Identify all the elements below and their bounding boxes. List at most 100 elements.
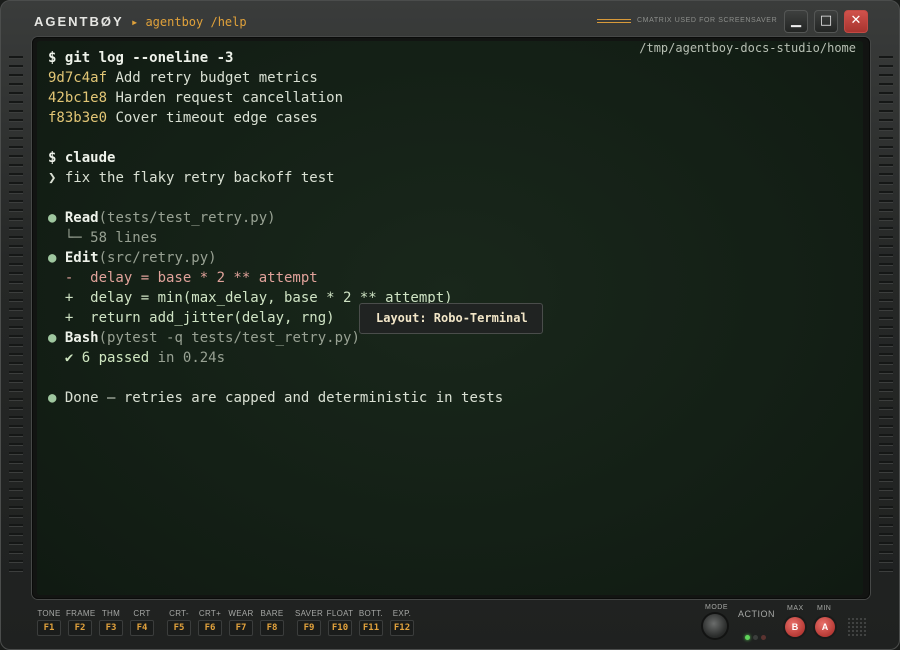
terminal-output: $ git log --oneline -3 9d7c4af Add retry … <box>48 48 503 408</box>
speaker-dot <box>856 622 858 624</box>
grille-slot <box>879 353 893 356</box>
grille-slot <box>879 533 893 536</box>
maximize-button[interactable]: □ <box>814 10 838 33</box>
grille-slot <box>9 272 23 275</box>
minimize-button[interactable]: ▁ <box>784 10 808 33</box>
fkey-key: F9 <box>297 620 321 636</box>
grille-slot <box>879 182 893 185</box>
grille-slot <box>9 137 23 140</box>
grille-slot <box>9 200 23 203</box>
status-bullet-icon: ● <box>48 330 57 346</box>
speaker-dot <box>860 626 862 628</box>
fkey-f10[interactable]: FLOAT F10 <box>326 607 354 636</box>
grille-slot <box>9 317 23 320</box>
fkey-f11[interactable]: BOTT. F11 <box>357 607 385 636</box>
speaker-dot <box>864 622 866 624</box>
grille-slot <box>879 434 893 437</box>
fkey-label: EXP. <box>392 609 412 618</box>
grille-slot <box>879 308 893 311</box>
grille-slot <box>9 218 23 221</box>
grille-slot <box>879 281 893 284</box>
grille-slot <box>9 110 23 113</box>
minimize-icon: ▁ <box>791 13 801 28</box>
fkey-f7[interactable]: WEAR F7 <box>227 607 255 636</box>
commit-hash: f83b3e0 <box>48 110 108 126</box>
fkey-f9[interactable]: SAVER F9 <box>295 607 323 636</box>
led-red-icon <box>761 635 766 640</box>
terminal-line: $ claude <box>48 148 503 168</box>
fkey-f4[interactable]: CRT F4 <box>128 607 156 636</box>
grille-slot <box>879 137 893 140</box>
grille-slot <box>9 371 23 374</box>
mode-knob[interactable] <box>703 614 727 638</box>
grille-slot <box>9 524 23 527</box>
fkey-label: SAVER <box>295 609 324 618</box>
grille-slot <box>9 281 23 284</box>
saver-label: CMATRIX USED FOR SCREENSAVER <box>637 17 778 24</box>
grille-slot <box>879 371 893 374</box>
grille-slot <box>879 173 893 176</box>
tool-argument: (pytest -q tests/test_retry.py) <box>98 330 360 346</box>
tool-name: Edit <box>64 250 99 266</box>
fkey-f8[interactable]: BARE F8 <box>258 607 286 636</box>
diff-removed-line: - delay = base * 2 ** attempt <box>48 270 318 286</box>
speaker-dot <box>860 618 862 620</box>
grille-slot <box>879 443 893 446</box>
grille-slot <box>9 326 23 329</box>
speaker-dot <box>848 618 850 620</box>
grille-slot <box>879 56 893 59</box>
fkey-f12[interactable]: EXP. F12 <box>388 607 416 636</box>
fkey-f3[interactable]: THM F3 <box>97 607 125 636</box>
grille-slot <box>9 380 23 383</box>
speaker-dot <box>856 618 858 620</box>
grille-slot <box>9 389 23 392</box>
prompt-symbol: $ <box>48 150 57 166</box>
tool-argument: (tests/test_retry.py) <box>98 210 276 226</box>
fkey-f5[interactable]: CRT- F5 <box>165 607 193 636</box>
fkey-label: THM <box>101 609 121 618</box>
grille-slot <box>9 92 23 95</box>
fkey-f6[interactable]: CRT+ F6 <box>196 607 224 636</box>
grille-slot <box>879 416 893 419</box>
grille-slot <box>9 245 23 248</box>
fkey-key: F12 <box>390 620 414 636</box>
fkey-f1[interactable]: TONE F1 <box>35 607 63 636</box>
terminal-line: ✔ 6 passed in 0.24s <box>48 348 503 368</box>
speaker-dot <box>852 626 854 628</box>
fkey-key: F10 <box>328 620 352 636</box>
grille-slot <box>879 497 893 500</box>
a-button[interactable]: A <box>815 617 835 637</box>
terminal-line: ● Done — retries are capped and determin… <box>48 388 503 408</box>
grille-slot <box>879 569 893 572</box>
close-icon: ✕ <box>850 13 862 28</box>
close-button[interactable]: ✕ <box>844 10 868 33</box>
grille-slot <box>9 515 23 518</box>
action-label: ACTION <box>738 609 776 619</box>
grille-slot <box>9 443 23 446</box>
grille-slot <box>879 110 893 113</box>
speaker-dot <box>848 626 850 628</box>
b-button[interactable]: B <box>785 617 805 637</box>
fkey-label: WEAR <box>228 609 254 618</box>
speaker-grille-icon <box>848 618 868 638</box>
grille-slot <box>9 65 23 68</box>
grille-slot <box>879 542 893 545</box>
grille-slot <box>9 353 23 356</box>
grille-slot <box>9 56 23 59</box>
test-pass-count: 6 passed <box>81 350 150 366</box>
terminal-line: 9d7c4af Add retry budget metrics <box>48 68 503 88</box>
grille-slot <box>9 83 23 86</box>
grille-slot <box>9 479 23 482</box>
speaker-dot <box>848 634 850 636</box>
status-bullet-icon: ● <box>48 210 57 226</box>
speaker-dot <box>864 630 866 632</box>
speaker-dot <box>860 630 862 632</box>
fkey-label: BARE <box>260 609 284 618</box>
check-icon: ✔ <box>48 350 74 366</box>
fkey-f2[interactable]: FRAME F2 <box>66 607 95 636</box>
speaker-dot <box>848 630 850 632</box>
prompt-symbol: $ <box>48 50 57 66</box>
grille-slot <box>879 479 893 482</box>
